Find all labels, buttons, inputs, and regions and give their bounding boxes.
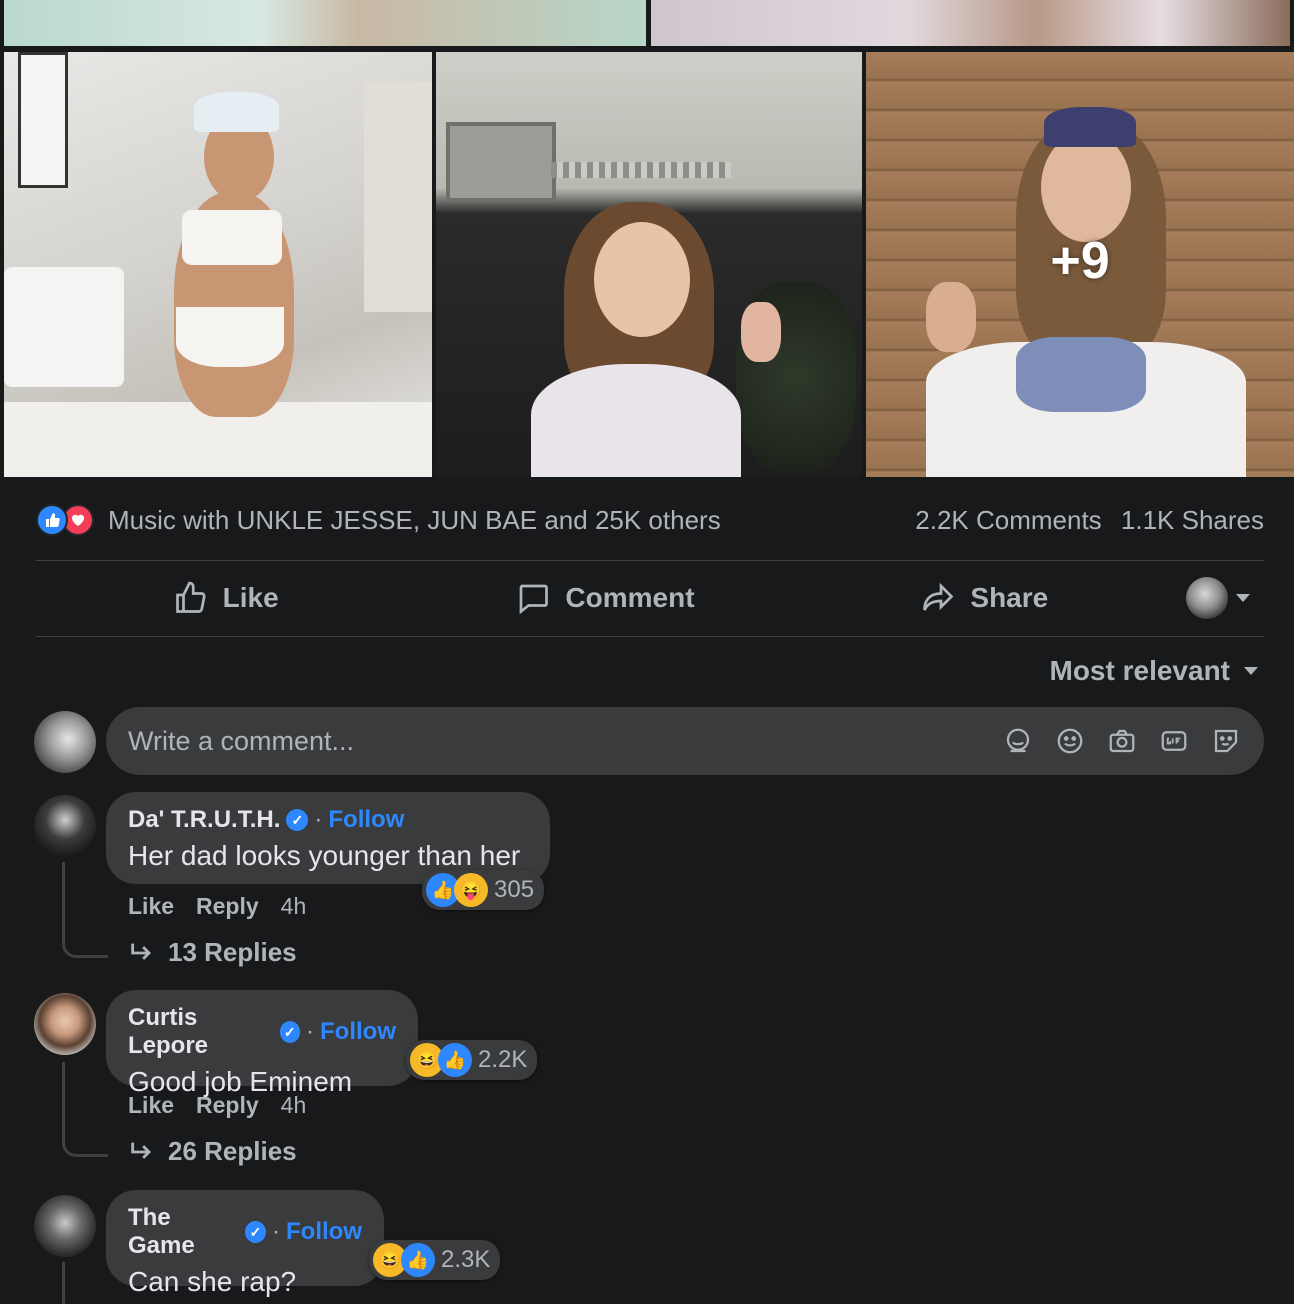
reaction-count: 2.3K xyxy=(441,1246,491,1273)
avatar-sticker-icon[interactable] xyxy=(1002,725,1034,757)
like-icon: 👍 xyxy=(401,1243,435,1277)
comment-actions: Like Reply 4h xyxy=(128,1092,306,1119)
post-stats: 2.2K Comments 1.1K Shares xyxy=(903,505,1264,536)
photo-thumbnail-top-right[interactable] xyxy=(651,0,1290,46)
post-as-selector[interactable] xyxy=(1174,577,1264,619)
comment-author-row: Curtis Lepore ✓ · Follow xyxy=(128,1004,396,1060)
comment-like-button[interactable]: Like xyxy=(128,1092,174,1119)
sort-label: Most relevant xyxy=(1049,655,1231,686)
comment-reactions[interactable]: 😆 👍 2.3K xyxy=(369,1240,501,1280)
divider xyxy=(36,560,1264,561)
reaction-count: 2.2K xyxy=(478,1046,528,1073)
haha-icon: 😝 xyxy=(454,873,488,907)
shares-count[interactable]: 1.1K Shares xyxy=(1121,505,1264,535)
comment-author-row: The Game ✓ · Follow xyxy=(128,1204,362,1260)
like-label: Like xyxy=(222,582,279,613)
share-icon xyxy=(923,582,954,611)
comment-reply-button[interactable]: Reply xyxy=(196,1092,259,1119)
commenter-avatar[interactable] xyxy=(34,795,96,857)
comment-author[interactable]: Curtis Lepore xyxy=(128,1004,274,1060)
comment-text: Her dad looks younger than her xyxy=(128,840,521,871)
reply-arrow-icon xyxy=(131,943,151,960)
comment-timestamp[interactable]: 4h xyxy=(281,1092,307,1119)
replies-count: 13 Replies xyxy=(168,937,297,967)
comment-reactions[interactable]: 😆 👍 2.2K xyxy=(406,1040,538,1080)
comment-like-button[interactable]: Like xyxy=(128,893,174,920)
comment-label: Comment xyxy=(565,582,695,613)
sticker-icon[interactable] xyxy=(1210,725,1242,757)
like-button[interactable]: Like xyxy=(36,580,415,616)
view-replies-button[interactable]: 13 Replies xyxy=(128,937,297,968)
replies-count: 26 Replies xyxy=(168,1136,297,1166)
follow-button[interactable]: Follow xyxy=(320,1018,396,1046)
chevron-down-icon xyxy=(1235,594,1250,602)
emoji-icon[interactable] xyxy=(1054,725,1086,757)
reaction-count: 305 xyxy=(494,876,535,903)
comments-count[interactable]: 2.2K Comments xyxy=(915,505,1101,535)
comment-author[interactable]: Da' T.R.U.T.H. xyxy=(128,806,280,834)
comment-reply-button[interactable]: Reply xyxy=(196,893,259,920)
verified-badge-icon: ✓ xyxy=(286,809,309,831)
chevron-down-icon xyxy=(1244,667,1258,675)
view-replies-button[interactable]: 26 Replies xyxy=(128,1136,297,1167)
photo-thumbnail-top-left[interactable] xyxy=(4,0,646,46)
reaction-icons[interactable] xyxy=(36,504,94,536)
comment-composer xyxy=(106,707,1264,775)
like-icon xyxy=(36,504,68,536)
camera-icon[interactable] xyxy=(1106,725,1138,757)
commenter-avatar[interactable] xyxy=(34,1195,96,1257)
comment-sort-dropdown[interactable]: Most relevant xyxy=(1049,655,1258,687)
follow-button[interactable]: Follow xyxy=(328,806,404,834)
photo-thumbnail-child-portrait[interactable] xyxy=(436,52,862,477)
composer-tools xyxy=(1002,725,1242,757)
comment-author[interactable]: The Game xyxy=(128,1204,239,1260)
comment-author-row: Da' T.R.U.T.H. ✓ · Follow xyxy=(128,806,405,834)
comment-icon xyxy=(520,584,549,615)
reactions-summary-text[interactable]: Music with UNKLE JESSE, JUN BAE and 25K … xyxy=(108,505,721,536)
thread-line xyxy=(62,862,108,958)
thread-line xyxy=(62,1262,72,1304)
reply-arrow-icon xyxy=(131,1142,151,1159)
share-label: Share xyxy=(970,582,1049,613)
comment-button[interactable]: Comment xyxy=(415,580,794,616)
more-photos-count[interactable]: +9 xyxy=(866,52,1294,477)
comment-bubble: Curtis Lepore ✓ · Follow Good job Eminem xyxy=(106,990,418,1097)
verified-badge-icon: ✓ xyxy=(279,1021,301,1043)
follow-button[interactable]: Follow xyxy=(286,1218,362,1246)
post-action-bar: Like Comment Share xyxy=(36,565,1264,631)
comment-input[interactable] xyxy=(128,725,1002,757)
thumbs-up-icon xyxy=(175,581,206,613)
commenter-avatar[interactable] xyxy=(34,993,96,1055)
comment-text: Can she rap? xyxy=(128,1266,297,1297)
comment-bubble: The Game ✓ · Follow Can she rap? xyxy=(106,1190,384,1297)
current-user-avatar[interactable] xyxy=(34,711,96,773)
verified-badge-icon: ✓ xyxy=(244,1221,267,1243)
thread-line xyxy=(62,1062,108,1157)
share-button[interactable]: Share xyxy=(795,580,1174,616)
avatar xyxy=(1185,577,1228,619)
comment-reactions[interactable]: 👍 😝 305 xyxy=(422,870,545,910)
comment-timestamp[interactable]: 4h xyxy=(281,893,307,920)
reactions-summary-row: Music with UNKLE JESSE, JUN BAE and 25K … xyxy=(36,500,1264,540)
photo-thumbnail-bathroom-selfie[interactable] xyxy=(4,52,432,477)
gif-icon[interactable] xyxy=(1158,725,1190,757)
like-icon: 👍 xyxy=(438,1043,472,1077)
divider xyxy=(36,636,1264,637)
comment-actions: Like Reply 4h xyxy=(128,893,306,920)
